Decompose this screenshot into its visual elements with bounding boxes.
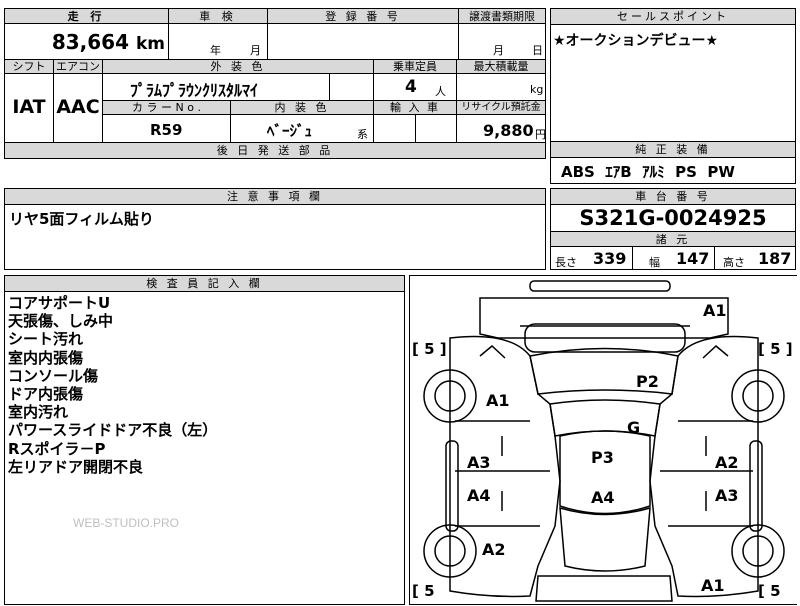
followup-parts-label: 後 日 発 送 部 品 <box>216 144 334 157</box>
inspection-label: 車 検 <box>199 10 237 23</box>
sales-point-label: セールスポイント <box>617 10 729 23</box>
header-table: 走 行 車 検 登 録 番 号 譲渡書類期限 83,664 km 年 月 月 日 <box>4 8 546 60</box>
interior-color-value: ﾍﾞｰｼﾞｭ <box>267 122 313 140</box>
note-line: Rスポイラ－P <box>8 439 106 458</box>
damage-mark: P2 <box>636 372 659 391</box>
mileage-value: 83,664 km <box>5 30 165 54</box>
height-value: 187 <box>758 249 792 268</box>
damage-mark: A1 <box>486 391 510 410</box>
tire-depth-rr: [ 5 <box>758 582 781 600</box>
note-line: パワースライドドア不良（左） <box>8 421 218 440</box>
max-load-label: 最大積載量 <box>473 60 529 73</box>
registration-label: 登 録 番 号 <box>325 10 401 23</box>
tire-depth-fl: [ 5 ] <box>412 340 447 358</box>
note-line: シート汚れ <box>8 330 84 349</box>
damage-mark: A2 <box>482 540 506 559</box>
mileage-number: 83,664 <box>51 30 129 54</box>
equipment-value: ABS ｴｱB ｱﾙﾐ PS PW <box>561 163 735 181</box>
mileage-label: 走 行 <box>67 10 106 23</box>
aircon-label: エアコン <box>56 60 100 73</box>
transfer-month-label: 月 <box>493 44 504 57</box>
recycle-unit: 円 <box>535 128 546 141</box>
caution-text: リヤ5面フィルム貼り <box>9 210 154 228</box>
note-line: コアサポートU <box>8 294 111 312</box>
specs-table: シフト エアコン 外 装 色 乗車定員 最大積載量 カ ラ ー N o . 内 … <box>4 59 546 159</box>
sales-point-panel: セールスポイント ★オークションデビュー★ <box>550 8 796 142</box>
transfer-deadline-label: 譲渡書類期限 <box>469 10 535 23</box>
damage-mark: A3 <box>467 453 491 472</box>
length-label: 長さ <box>555 256 577 269</box>
capacity-value: 4 <box>405 77 417 97</box>
damage-mark: A3 <box>715 486 739 505</box>
width-value: 147 <box>676 249 710 268</box>
recycle-value: 9,880 <box>483 121 534 140</box>
dims-label: 諸 元 <box>655 233 691 246</box>
shift-value: IAT <box>12 96 46 118</box>
transfer-day-label: 日 <box>532 44 543 57</box>
sales-point-text: ★オークションデビュー★ <box>553 33 719 49</box>
note-line: 左リアドア開閉不良 <box>8 457 144 476</box>
note-line: ドア内張傷 <box>8 385 84 404</box>
length-value: 339 <box>593 249 627 268</box>
caution-label: 注 意 事 項 欄 <box>227 190 323 203</box>
mileage-unit: km <box>135 34 165 54</box>
watermark: WEB-STUDIO.PRO <box>73 516 180 530</box>
height-label: 高さ <box>723 256 745 269</box>
car-outline <box>423 280 785 602</box>
note-line: 室内内張傷 <box>8 348 84 367</box>
recycle-label: リサイクル預託金 <box>461 102 541 113</box>
month-label: 月 <box>250 44 261 57</box>
interior-color-suffix: 系 <box>357 128 368 141</box>
equipment-label: 純 正 装 備 <box>635 143 711 156</box>
damage-mark: G <box>627 418 641 437</box>
chassis-number: S321G-0024925 <box>579 206 767 230</box>
color-no-value: R59 <box>150 121 183 139</box>
capacity-unit: 人 <box>435 85 446 98</box>
aircon-value: AAC <box>56 96 100 118</box>
note-line: 天張傷、しみ中 <box>8 312 114 331</box>
damage-mark: A4 <box>591 488 615 507</box>
shift-label: シフト <box>12 60 46 73</box>
exterior-color-label: 外 装 色 <box>210 60 266 73</box>
tire-depth-fr: [ 5 ] <box>758 340 793 358</box>
chassis-label: 車 台 番 号 <box>635 190 711 203</box>
inspector-panel: 検 査 員 記 入 欄 コアサポートU 天張傷、しみ中 シート汚れ 室内内張傷 … <box>4 275 405 605</box>
note-line: 室内汚れ <box>8 403 69 422</box>
tire-depth-rl: [ 5 <box>412 582 435 600</box>
note-line: コンソール傷 <box>8 366 99 385</box>
width-label: 幅 <box>649 256 660 269</box>
caution-panel: 注 意 事 項 欄 リヤ5面フィルム貼り <box>4 188 546 270</box>
exterior-color-value: ﾌﾟﾗﾑﾌﾟﾗｳﾝｸﾘｽﾀﾙﾏｲ <box>130 81 259 100</box>
damage-mark: A2 <box>715 453 739 472</box>
color-no-label: カ ラ ー N o . <box>132 101 201 114</box>
interior-color-label: 内 装 色 <box>274 101 330 114</box>
chassis-panel: 車 台 番 号 S321G-0024925 諸 元 長さ 339 幅 147 高… <box>550 188 796 270</box>
inspector-notes: コアサポートU 天張傷、しみ中 シート汚れ 室内内張傷 コンソール傷 ドア内張傷… <box>8 294 217 476</box>
capacity-label: 乗車定員 <box>393 60 437 73</box>
damage-mark: A1 <box>703 301 727 320</box>
year-label: 年 <box>210 44 221 57</box>
damage-mark: A1 <box>701 576 725 595</box>
equipment-panel: 純 正 装 備 ABS ｴｱB ｱﾙﾐ PS PW <box>550 141 796 184</box>
load-unit: kg <box>530 83 544 96</box>
import-label: 輸 入 車 <box>390 101 440 114</box>
inspector-label: 検 査 員 記 入 欄 <box>146 277 263 290</box>
damage-mark: A4 <box>467 486 491 505</box>
damage-mark: P3 <box>591 448 614 467</box>
car-diagram: A1 P2 A1 G P3 A3 A2 A4 A4 A3 A2 A1 [ 5 ]… <box>409 275 797 605</box>
